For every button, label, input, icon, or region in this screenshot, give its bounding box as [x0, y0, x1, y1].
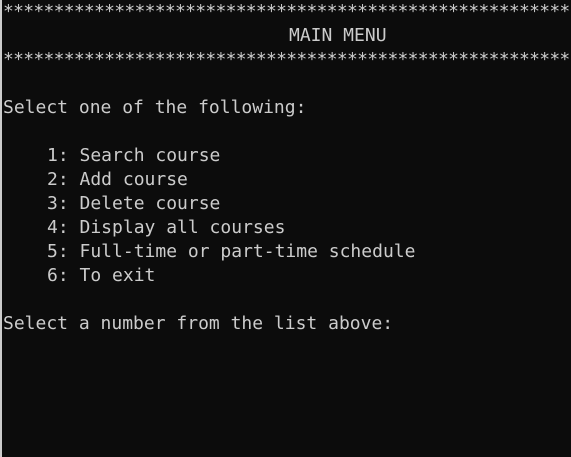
select-prompt: Select one of the following:	[3, 97, 307, 118]
menu-item-search: 1: Search course	[47, 145, 221, 166]
console-window[interactable]: ****************************************…	[0, 0, 571, 457]
menu-item-schedule: 5: Full-time or part-time schedule	[47, 241, 416, 262]
input-prompt: Select a number from the list above:	[3, 313, 394, 334]
menu-title: MAIN MENU	[289, 25, 387, 46]
input-line[interactable]: Select a number from the list above:	[3, 312, 571, 336]
menu-item-display: 4: Display all courses	[47, 217, 286, 238]
menu-item-delete: 3: Delete course	[47, 193, 221, 214]
top-border: ****************************************…	[3, 1, 571, 22]
window-left-border	[0, 0, 2, 457]
menu-item-exit: 6: To exit	[47, 265, 156, 286]
menu-item-add: 2: Add course	[47, 169, 188, 190]
bottom-border: ****************************************…	[3, 49, 571, 70]
